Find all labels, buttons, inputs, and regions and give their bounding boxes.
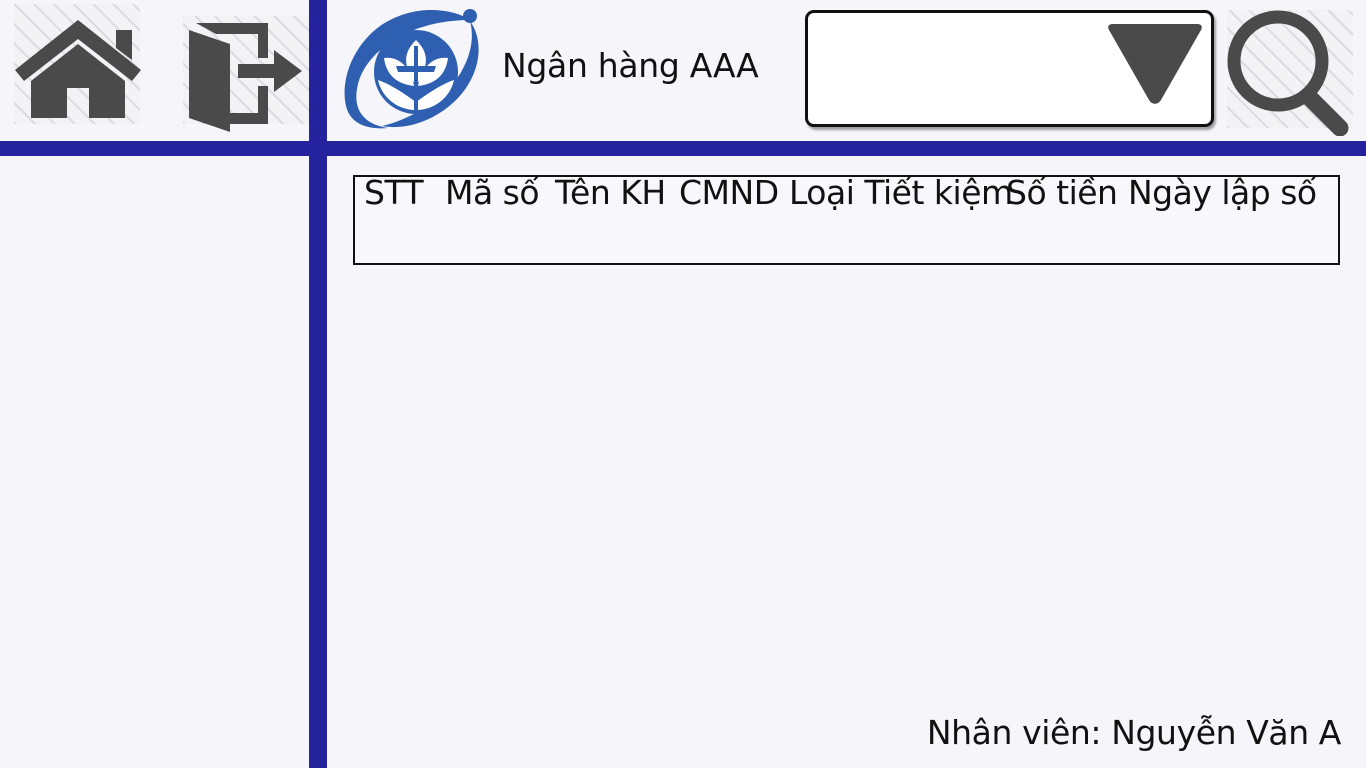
employee-label: Nhân viên: Nguyễn Văn A bbox=[926, 713, 1342, 752]
triangle-down-icon[interactable] bbox=[1105, 24, 1205, 108]
bank-name: Ngân hàng AAA bbox=[502, 46, 759, 85]
column-header-loai-tiet-kiem[interactable]: Loại Tiết kiệm bbox=[789, 174, 1013, 212]
home-icon bbox=[15, 20, 141, 118]
logout-door-arrow-icon bbox=[189, 23, 302, 132]
search-dropdown[interactable] bbox=[805, 10, 1214, 127]
home-button[interactable] bbox=[12, 8, 144, 124]
logout-button[interactable] bbox=[186, 20, 306, 136]
bank-logo-icon bbox=[344, 9, 479, 129]
search-button[interactable] bbox=[1222, 6, 1350, 137]
header-divider bbox=[0, 141, 1366, 156]
column-header-stt[interactable]: STT bbox=[364, 174, 424, 212]
column-header-ten-kh[interactable]: Tên KH bbox=[555, 174, 666, 212]
bank-logo bbox=[338, 6, 496, 132]
column-header-ngay-lap-so[interactable]: Ngày lập số bbox=[1128, 174, 1317, 212]
column-header-cmnd[interactable]: CMND bbox=[679, 174, 779, 212]
column-header-so-tien[interactable]: Số tiền bbox=[1006, 174, 1118, 212]
magnifier-icon bbox=[1227, 10, 1349, 137]
column-header-ma-so[interactable]: Mã số bbox=[445, 174, 540, 212]
sidebar-divider bbox=[309, 0, 327, 768]
